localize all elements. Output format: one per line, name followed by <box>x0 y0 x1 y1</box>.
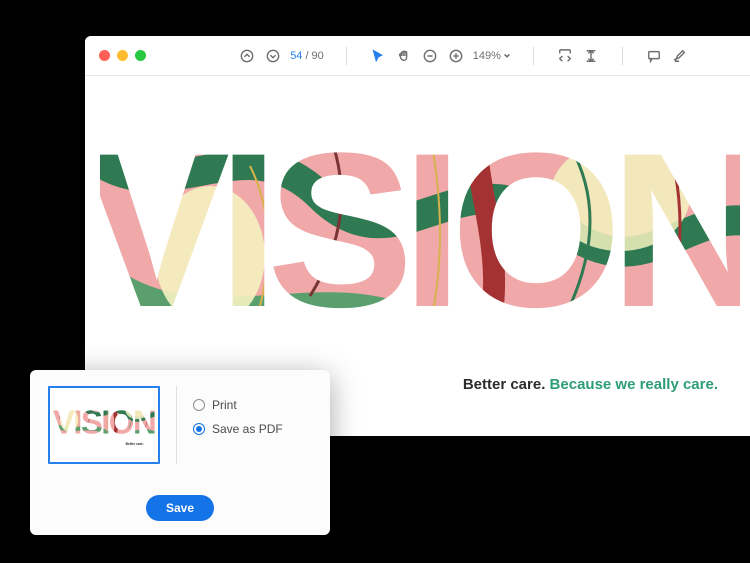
tagline: Better care. Because we really care. <box>463 376 718 393</box>
chevron-down-icon <box>503 52 511 60</box>
titlebar: 54 / 90 149% <box>85 36 750 76</box>
minimize-window-button[interactable] <box>117 50 128 61</box>
print-label: Print <box>212 398 237 412</box>
tagline-accent: Because we really care. <box>550 376 718 393</box>
output-options: Print Save as PDF <box>193 386 283 487</box>
zoom-out-button[interactable] <box>421 47 439 65</box>
print-option[interactable]: Print <box>193 398 283 412</box>
toolbar-separator <box>346 47 347 65</box>
toolbar-separator <box>622 47 623 65</box>
window-controls <box>99 50 146 61</box>
vision-artwork: VISION <box>100 106 740 356</box>
save-pdf-label: Save as PDF <box>212 422 283 436</box>
close-window-button[interactable] <box>99 50 110 61</box>
save-as-pdf-option[interactable]: Save as PDF <box>193 422 283 436</box>
total-pages: 90 <box>312 50 324 62</box>
current-page: 54 <box>290 50 302 62</box>
thumbnail-art: VISION Better care. <box>51 389 157 461</box>
page-up-button[interactable] <box>238 47 256 65</box>
page-down-button[interactable] <box>264 47 282 65</box>
save-button[interactable]: Save <box>146 495 214 521</box>
svg-text:Better care.: Better care. <box>126 442 144 446</box>
maximize-window-button[interactable] <box>135 50 146 61</box>
toolbar-separator <box>533 47 534 65</box>
page-separator: / <box>305 50 308 62</box>
fit-width-button[interactable] <box>556 47 574 65</box>
radio-icon <box>193 399 205 411</box>
tagline-lead: Better care. <box>463 376 550 393</box>
fit-page-button[interactable] <box>582 47 600 65</box>
toolbar: 54 / 90 149% <box>228 47 699 65</box>
radio-icon <box>193 423 205 435</box>
headline-text: VISION <box>100 107 740 353</box>
zoom-value: 149% <box>473 50 501 62</box>
save-dialog: VISION Better care. Print Save as PDF Sa… <box>30 370 330 535</box>
svg-text:VISION: VISION <box>53 404 155 441</box>
dialog-separator <box>176 386 177 464</box>
selection-tool-button[interactable] <box>369 47 387 65</box>
page-indicator[interactable]: 54 / 90 <box>290 50 324 62</box>
highlight-tool-button[interactable] <box>671 47 689 65</box>
comment-tool-button[interactable] <box>645 47 663 65</box>
page-thumbnail[interactable]: VISION Better care. <box>48 386 160 464</box>
zoom-level-dropdown[interactable]: 149% <box>473 50 511 62</box>
zoom-in-button[interactable] <box>447 47 465 65</box>
hand-tool-button[interactable] <box>395 47 413 65</box>
